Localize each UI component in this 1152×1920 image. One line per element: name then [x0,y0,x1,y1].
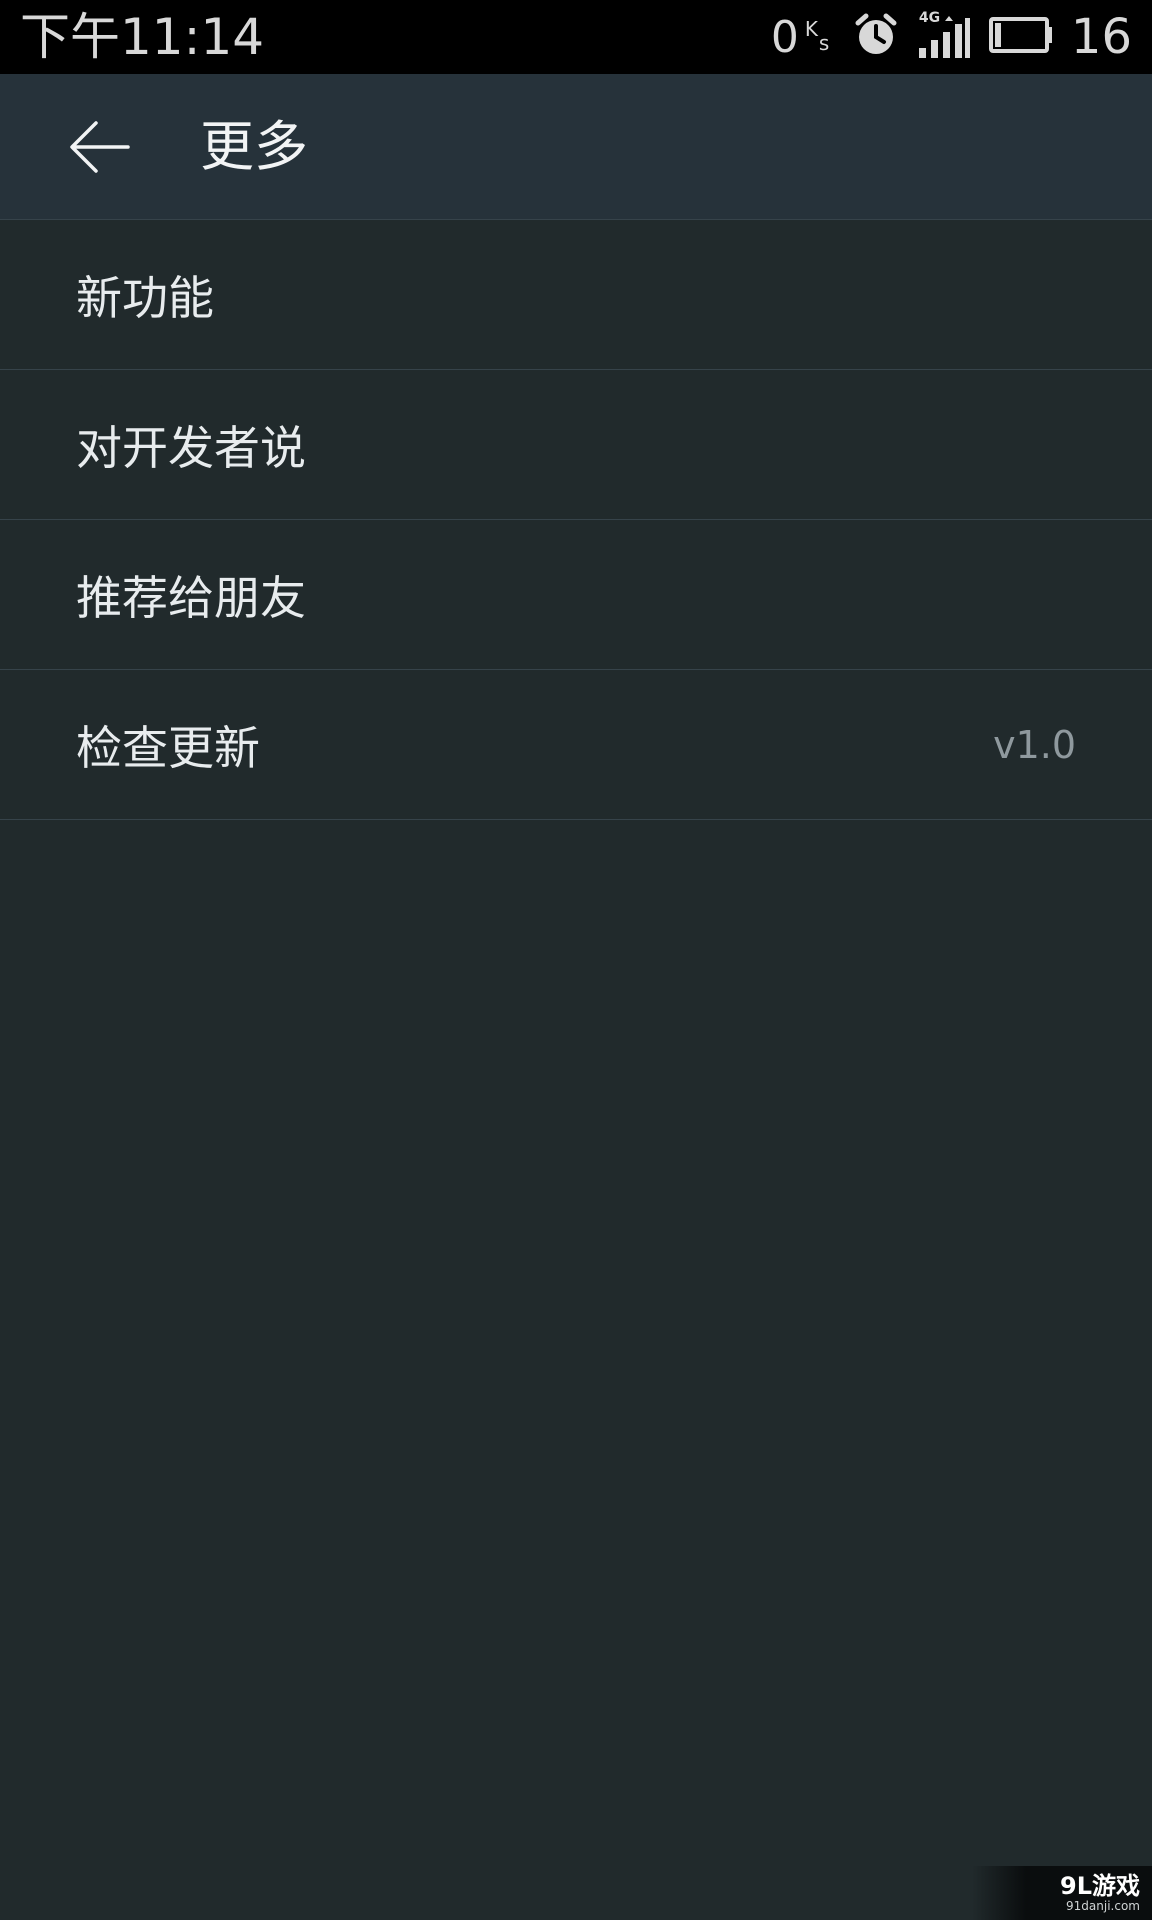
battery-level: 16 [1070,9,1132,65]
page-title: 更多 [200,115,308,178]
menu-item-feedback[interactable]: 对开发者说 [0,370,1152,520]
menu-item-label: 推荐给朋友 [76,570,306,625]
back-button[interactable] [60,114,140,180]
network-speed: 0 K s [771,12,835,63]
menu-item-label: 新功能 [76,270,214,325]
network-speed-unit-top: K [804,17,819,41]
network-speed-value: 0 [770,11,799,63]
status-bar: 下午11:14 0 K s 4G 16 [0,0,1152,74]
menu-list: 新功能 对开发者说 推荐给朋友 检查更新 v1.0 [0,220,1152,820]
battery-icon [988,15,1053,59]
network-speed-unit: K s [805,19,835,55]
watermark-logo: 9L游戏 91danji.com [972,1866,1152,1920]
network-speed-unit-bottom: s [818,31,830,55]
watermark-main: 9L游戏 [1060,1872,1140,1900]
menu-item-label: 检查更新 [76,720,260,775]
menu-item-new-features[interactable]: 新功能 [0,220,1152,370]
menu-item-label: 对开发者说 [76,420,306,475]
arrow-left-icon [70,121,130,173]
app-bar: 更多 [0,74,1152,220]
watermark-url: 91danji.com [1066,1899,1140,1913]
version-value: v1.0 [993,722,1076,767]
signal-4g-icon: 4G [917,10,971,60]
status-time: 下午11:14 [20,8,265,66]
alarm-icon [853,12,899,62]
menu-item-check-update[interactable]: 检查更新 v1.0 [0,670,1152,820]
menu-item-recommend[interactable]: 推荐给朋友 [0,520,1152,670]
status-icons: 0 K s 4G 16 [753,0,1132,74]
